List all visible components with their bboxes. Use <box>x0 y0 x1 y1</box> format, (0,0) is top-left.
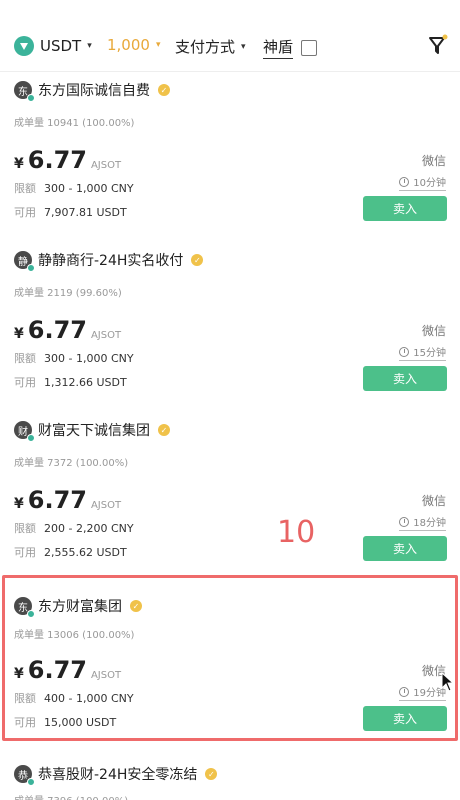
verified-badge-icon: ✓ <box>158 424 170 436</box>
price: ¥ 6.77 AJSOT <box>14 316 121 344</box>
merchant-name[interactable]: 东方国际诚信自费 <box>38 80 150 100</box>
currency-symbol: ¥ <box>14 496 24 512</box>
price: ¥ 6.77 AJSOT <box>14 146 121 174</box>
amount-selector[interactable]: 1,000 ▾ <box>107 36 160 54</box>
limit-value: 200 - 2,200 CNY <box>44 522 134 535</box>
merchant-name[interactable]: 恭喜股财-24H安全零冻结 <box>38 764 197 784</box>
filter-bar: USDT ▾ 1,000 ▾ 支付方式 ▾ 神盾 <box>0 0 460 72</box>
step-number-annotation: 10 <box>277 515 316 550</box>
currency-symbol: ¥ <box>14 326 24 342</box>
limit-row: 限额 300 - 1,000 CNY <box>14 180 134 196</box>
usdt-coin-icon <box>14 36 34 56</box>
chevron-down-icon: ▾ <box>87 41 92 51</box>
available-row: 可用 1,312.66 USDT <box>14 374 127 390</box>
payment-method: 微信 <box>421 494 446 508</box>
available-label: 可用 <box>14 376 36 389</box>
shield-label: 神盾 <box>263 36 294 59</box>
available-label: 可用 <box>14 206 36 219</box>
shield-toggle[interactable]: 神盾 <box>263 36 318 59</box>
payment-time-limit: 18分钟 <box>399 514 446 531</box>
merchant-header[interactable]: 东 东方国际诚信自费 ✓ <box>14 80 170 102</box>
payment-time-limit: 10分钟 <box>399 174 446 191</box>
avatar: 东 <box>14 81 35 102</box>
available-value: 1,312.66 USDT <box>44 376 127 389</box>
avatar: 财 <box>14 421 35 442</box>
merchant-header[interactable]: 财 财富天下诚信集团 ✓ <box>14 420 170 442</box>
coin-selector[interactable]: USDT ▾ <box>14 36 92 56</box>
order-stats: 成单量 7396 (100.00%) <box>14 792 128 800</box>
merchant-header[interactable]: 静 静静商行-24H实名收付 ✓ <box>14 250 204 272</box>
shield-checkbox[interactable] <box>301 39 318 56</box>
limit-label: 限额 <box>14 352 36 365</box>
limit-value: 300 - 1,000 CNY <box>44 352 134 365</box>
price-unit: AJSOT <box>90 500 122 511</box>
order-stats: 成单量 10941 (100.00%) <box>14 118 135 129</box>
available-label: 可用 <box>14 546 36 559</box>
available-row: 可用 2,555.62 USDT <box>14 544 127 560</box>
payment-method-label: 支付方式 <box>175 38 236 56</box>
buy-button[interactable]: 卖入 <box>363 196 447 221</box>
amount-label: 1,000 <box>107 36 150 54</box>
merchant-header[interactable]: 恭 恭喜股财-24H安全零冻结 ✓ <box>14 764 218 786</box>
price-value: 6.77 <box>27 316 87 344</box>
payment-method-selector[interactable]: 支付方式 ▾ <box>175 36 246 57</box>
list-item: 恭 恭喜股财-24H安全零冻结 ✓ 成单量 7396 (100.00%) <box>0 752 460 800</box>
price-unit: AJSOT <box>90 160 122 171</box>
order-stats: 成单量 2119 (99.60%) <box>14 288 122 299</box>
available-value: 2,555.62 USDT <box>44 546 127 559</box>
buy-button[interactable]: 卖入 <box>363 366 447 391</box>
limit-label: 限额 <box>14 182 36 195</box>
price-value: 6.77 <box>27 486 87 514</box>
clock-icon <box>399 176 410 187</box>
merchant-name[interactable]: 静静商行-24H实名收付 <box>38 250 183 270</box>
list-item: 静 静静商行-24H实名收付 ✓ 成单量 2119 (99.60%) ¥ 6.7… <box>0 242 460 412</box>
available-value: 7,907.81 USDT <box>44 206 127 219</box>
currency-symbol: ¥ <box>14 156 24 172</box>
price: ¥ 6.77 AJSOT <box>14 486 121 514</box>
payment-method: 微信 <box>421 154 446 168</box>
payment-method: 微信 <box>421 324 446 338</box>
clock-icon <box>399 346 410 357</box>
list-item: 东 东方国际诚信自费 ✓ 成单量 10941 (100.00%) ¥ 6.77 … <box>0 72 460 242</box>
verified-badge-icon: ✓ <box>158 84 170 96</box>
limit-row: 限额 200 - 2,200 CNY <box>14 520 134 536</box>
price-value: 6.77 <box>27 146 87 174</box>
buy-button[interactable]: 卖入 <box>363 536 447 561</box>
verified-badge-icon: ✓ <box>191 254 204 266</box>
chevron-down-icon: ▾ <box>155 40 161 50</box>
avatar: 静 <box>14 251 35 272</box>
selected-listing-highlight <box>2 575 458 741</box>
limit-label: 限额 <box>14 522 36 535</box>
limit-value: 300 - 1,000 CNY <box>44 182 134 195</box>
order-stats: 成单量 7372 (100.00%) <box>14 458 129 469</box>
coin-label: USDT <box>40 37 82 55</box>
merchant-name[interactable]: 财富天下诚信集团 <box>38 420 150 440</box>
list-item: 财 财富天下诚信集团 ✓ 成单量 7372 (100.00%) ¥ 6.77 A… <box>0 412 460 582</box>
chevron-down-icon: ▾ <box>241 41 246 52</box>
available-row: 可用 7,907.81 USDT <box>14 204 127 220</box>
avatar: 恭 <box>14 765 35 786</box>
limit-row: 限额 300 - 1,000 CNY <box>14 350 134 366</box>
verified-badge-icon: ✓ <box>205 768 218 780</box>
price-unit: AJSOT <box>90 330 122 341</box>
clock-icon <box>399 516 410 527</box>
payment-time-limit: 15分钟 <box>399 344 446 361</box>
filter-icon[interactable] <box>427 34 449 56</box>
mouse-cursor-icon <box>441 671 455 696</box>
